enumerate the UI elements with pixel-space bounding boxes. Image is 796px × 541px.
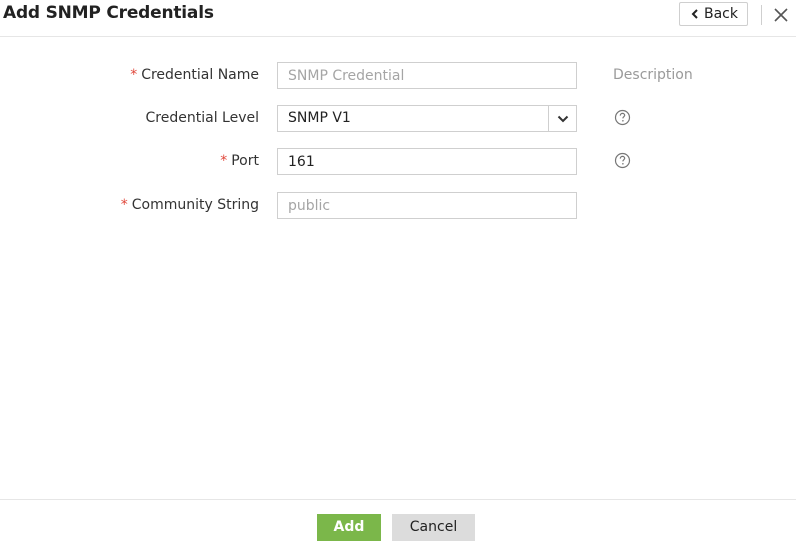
dialog-footer: Add Cancel bbox=[0, 499, 796, 541]
cancel-button[interactable]: Cancel bbox=[392, 514, 475, 541]
credential-level-value: SNMP V1 bbox=[288, 110, 351, 126]
credential-level-select[interactable]: SNMP V1 bbox=[277, 105, 577, 132]
required-marker: * bbox=[120, 197, 128, 213]
community-string-input[interactable] bbox=[277, 192, 577, 219]
page-title: Add SNMP Credentials bbox=[3, 3, 214, 23]
community-string-row: * Community String bbox=[0, 192, 796, 219]
help-icon[interactable] bbox=[614, 152, 631, 169]
port-row: * Port bbox=[0, 148, 796, 175]
chevron-down-icon[interactable] bbox=[548, 106, 576, 131]
credential-name-label-text: Credential Name bbox=[141, 67, 259, 83]
credential-name-row: *Credential Name Description bbox=[0, 62, 796, 89]
description-text: Description bbox=[613, 67, 693, 83]
credential-name-label: * Credential Name bbox=[130, 62, 259, 89]
community-string-label-text: Community String bbox=[131, 197, 259, 213]
back-button[interactable]: Back bbox=[679, 2, 748, 26]
credential-level-row: Credential Level SNMP V1 bbox=[0, 105, 796, 132]
required-marker: * bbox=[130, 67, 138, 83]
dialog-header: Add SNMP Credentials Back bbox=[0, 0, 796, 37]
required-marker: * bbox=[220, 153, 228, 169]
back-button-label: Back bbox=[704, 6, 738, 22]
port-input[interactable] bbox=[277, 148, 577, 175]
close-icon[interactable] bbox=[772, 6, 790, 24]
header-divider bbox=[761, 5, 762, 25]
chevron-left-icon bbox=[688, 9, 702, 19]
credential-level-label: Credential Level bbox=[145, 110, 259, 126]
add-snmp-credentials-dialog: Add SNMP Credentials Back * Credential Na… bbox=[0, 0, 796, 541]
community-string-label: * Community String bbox=[121, 192, 259, 219]
port-label: * Port bbox=[220, 148, 259, 175]
add-button[interactable]: Add bbox=[317, 514, 381, 541]
port-label-text: Port bbox=[231, 153, 259, 169]
help-icon[interactable] bbox=[614, 109, 631, 126]
credential-name-input[interactable] bbox=[277, 62, 577, 89]
